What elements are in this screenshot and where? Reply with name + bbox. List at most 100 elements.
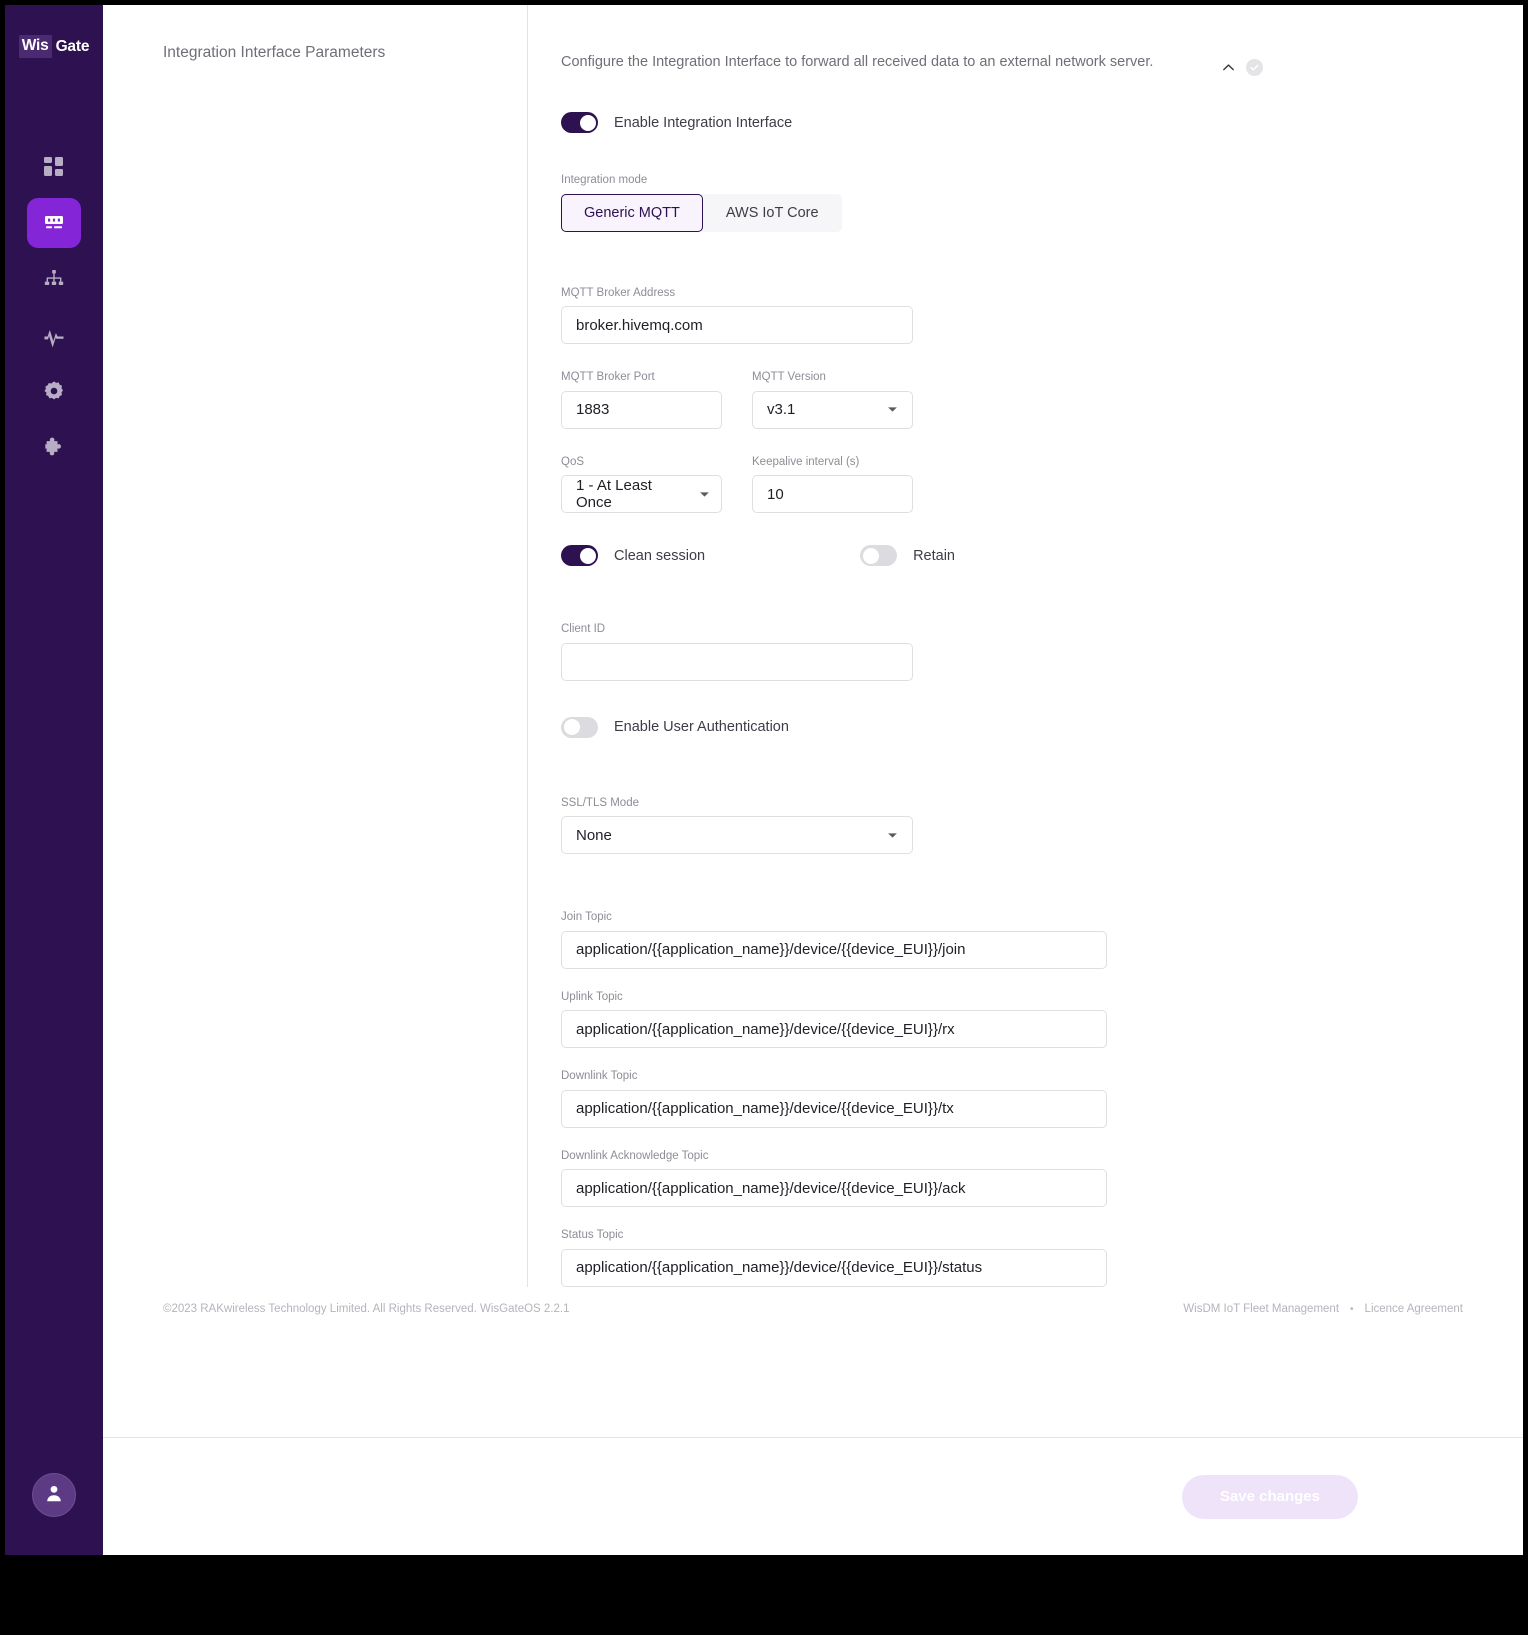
broker-port-input[interactable]: 1883 <box>561 390 722 429</box>
panel-header: Configure the Integration Interface to f… <box>561 35 1287 76</box>
clean-session-label: Clean session <box>614 547 706 564</box>
network-hierarchy-icon <box>42 267 66 291</box>
keepalive-input[interactable]: 10 <box>752 475 913 513</box>
footer-links: WisDM IoT Fleet Management • Licence Agr… <box>1183 1303 1463 1315</box>
retain-toggle[interactable] <box>860 545 898 566</box>
puzzle-piece-icon <box>42 435 66 459</box>
panel-description: Configure the Integration Interface to f… <box>561 54 1154 70</box>
status-topic-label: Status Topic <box>561 1229 624 1241</box>
join-topic-input[interactable]: application/{{application_name}}/device/… <box>561 930 1107 969</box>
broker-address-label: MQTT Broker Address <box>561 286 676 299</box>
user-auth-label: Enable User Authentication <box>614 719 789 735</box>
chevron-down-icon <box>699 491 710 498</box>
integration-mode-label: Integration mode <box>561 174 648 186</box>
gear-icon <box>42 379 66 403</box>
broker-port-group: MQTT Broker Port 1883 <box>561 371 722 429</box>
keepalive-label: Keepalive interval (s) <box>752 455 860 468</box>
status-topic-input[interactable]: application/{{application_name}}/device/… <box>561 1248 1107 1287</box>
downlink-ack-topic-group: Downlink Acknowledge Topic application/{… <box>561 1149 1287 1207</box>
retain-label: Retain <box>913 547 955 564</box>
mqtt-version-group: MQTT Version v3.1 <box>752 371 913 429</box>
ssl-tls-label: SSL/TLS Mode <box>561 796 639 809</box>
content-area: Integration Interface Parameters Configu… <box>103 5 1523 1437</box>
topics-section: Join Topic application/{{application_nam… <box>561 911 1287 1287</box>
client-id-group: Client ID <box>561 623 913 681</box>
logo-gate-text: Gate <box>55 37 90 55</box>
integration-panel: Configure the Integration Interface to f… <box>527 5 1287 1287</box>
toggle-knob <box>579 114 596 131</box>
client-id-input[interactable] <box>561 642 913 681</box>
downlink-topic-label: Downlink Topic <box>561 1070 638 1082</box>
ssl-tls-select[interactable]: None <box>561 816 913 854</box>
downlink-ack-topic-label: Downlink Acknowledge Topic <box>561 1149 709 1162</box>
main-area: Integration Interface Parameters Configu… <box>103 5 1523 1555</box>
segment-aws-iot-core[interactable]: AWS IoT Core <box>700 193 842 232</box>
avatar[interactable] <box>32 1473 76 1517</box>
status-topic-group: Status Topic application/{{application_n… <box>561 1229 1287 1287</box>
qos-value: 1 - At Least Once <box>576 477 652 511</box>
integration-mode-group: Integration mode Generic MQTT AWS IoT Co… <box>561 174 1287 232</box>
app-logo[interactable]: Wis Gate <box>18 35 90 58</box>
broker-address-group: MQTT Broker Address broker.hivemq.com <box>561 286 913 344</box>
user-auth-row: Enable User Authentication <box>561 716 1287 738</box>
retain-row: Retain <box>860 545 955 566</box>
app-window: Wis Gate Integration Interface Parameter… <box>5 5 1523 1555</box>
enable-integration-toggle[interactable] <box>561 112 598 133</box>
clean-session-toggle[interactable] <box>561 545 598 566</box>
chevron-down-icon <box>887 832 898 839</box>
keepalive-group: Keepalive interval (s) 10 <box>752 455 913 513</box>
footer-link-licence-agreement[interactable]: Licence Agreement <box>1365 1303 1463 1315</box>
sidebar-item-settings[interactable] <box>27 366 81 416</box>
check-circle-icon[interactable] <box>1246 59 1263 76</box>
activity-pulse-icon <box>42 323 66 347</box>
session-retain-row: Clean session Retain <box>561 545 1287 566</box>
port-version-row: MQTT Broker Port 1883 MQTT Version v3.1 <box>561 371 1287 429</box>
toggle-knob <box>563 719 580 735</box>
client-id-label: Client ID <box>561 623 606 635</box>
user-avatar-icon <box>43 1482 65 1509</box>
segment-generic-mqtt[interactable]: Generic MQTT <box>561 193 703 232</box>
footer: ©2023 RAKwireless Technology Limited. Al… <box>163 1303 1463 1315</box>
qos-keepalive-row: QoS 1 - At Least Once Keepalive interval… <box>561 455 1287 513</box>
chevron-up-icon[interactable] <box>1221 60 1236 75</box>
clean-session-row: Clean session <box>561 545 705 566</box>
footer-link-fleet-management[interactable]: WisDM IoT Fleet Management <box>1183 1303 1339 1315</box>
action-bar: Save changes <box>103 1437 1523 1555</box>
enable-integration-label: Enable Integration Interface <box>614 114 793 131</box>
sidebar-item-network[interactable] <box>27 254 81 304</box>
sidebar-item-plugins[interactable] <box>27 422 81 472</box>
mqtt-version-label: MQTT Version <box>752 371 826 383</box>
qos-label: QoS <box>561 455 585 468</box>
sidebar-item-activity[interactable] <box>27 310 81 360</box>
chevron-down-icon <box>887 406 898 413</box>
sidebar-nav <box>27 142 81 472</box>
save-changes-button[interactable]: Save changes <box>1181 1474 1358 1519</box>
ssl-tls-value: None <box>576 826 612 844</box>
qos-group: QoS 1 - At Least Once <box>561 455 722 513</box>
downlink-topic-group: Downlink Topic application/{{application… <box>561 1070 1287 1128</box>
join-topic-group: Join Topic application/{{application_nam… <box>561 911 1287 969</box>
broker-port-label: MQTT Broker Port <box>561 371 655 383</box>
uplink-topic-group: Uplink Topic application/{{application_n… <box>561 990 1287 1048</box>
qos-select[interactable]: 1 - At Least Once <box>561 475 722 513</box>
broker-address-input[interactable]: broker.hivemq.com <box>561 306 913 344</box>
enable-integration-row: Enable Integration Interface <box>561 112 1287 133</box>
toggle-knob <box>862 547 879 564</box>
footer-copyright: ©2023 RAKwireless Technology Limited. Al… <box>163 1303 570 1315</box>
gateway-icon <box>42 211 66 235</box>
sidebar-item-gateway[interactable] <box>27 197 81 248</box>
uplink-topic-input[interactable]: application/{{application_name}}/device/… <box>561 1010 1107 1048</box>
downlink-ack-topic-input[interactable]: application/{{application_name}}/device/… <box>561 1169 1107 1207</box>
toggle-knob <box>579 547 596 564</box>
sidebar-footer <box>5 1473 103 1517</box>
dashboard-grid-icon <box>42 155 66 179</box>
logo-wis-text: Wis <box>18 35 52 58</box>
integration-mode-segmented: Generic MQTT AWS IoT Core <box>561 193 1287 232</box>
mqtt-version-select[interactable]: v3.1 <box>752 390 913 429</box>
user-auth-toggle[interactable] <box>561 716 598 738</box>
uplink-topic-label: Uplink Topic <box>561 990 623 1003</box>
footer-separator: • <box>1350 1303 1354 1315</box>
ssl-tls-group: SSL/TLS Mode None <box>561 796 913 854</box>
sidebar-item-dashboard[interactable] <box>27 142 81 192</box>
downlink-topic-input[interactable]: application/{{application_name}}/device/… <box>561 1089 1107 1128</box>
